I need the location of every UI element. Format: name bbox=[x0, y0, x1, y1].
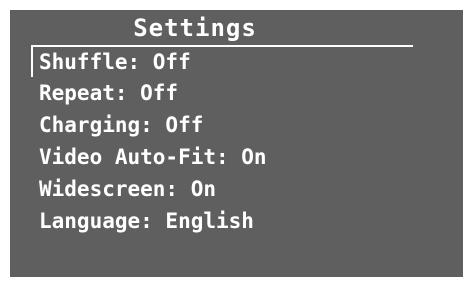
menu-item-language[interactable]: Language: English bbox=[31, 205, 413, 237]
page-title: Settings bbox=[133, 14, 257, 42]
settings-menu: Shuffle: Off Repeat: Off Charging: Off V… bbox=[31, 45, 413, 237]
settings-screen: Settings Shuffle: Off Repeat: Off Chargi… bbox=[10, 10, 463, 277]
menu-item-shuffle[interactable]: Shuffle: Off bbox=[31, 45, 413, 77]
menu-item-widescreen[interactable]: Widescreen: On bbox=[31, 173, 413, 205]
menu-item-repeat[interactable]: Repeat: Off bbox=[31, 77, 413, 109]
menu-item-video-auto-fit[interactable]: Video Auto-Fit: On bbox=[31, 141, 413, 173]
menu-item-charging[interactable]: Charging: Off bbox=[31, 109, 413, 141]
